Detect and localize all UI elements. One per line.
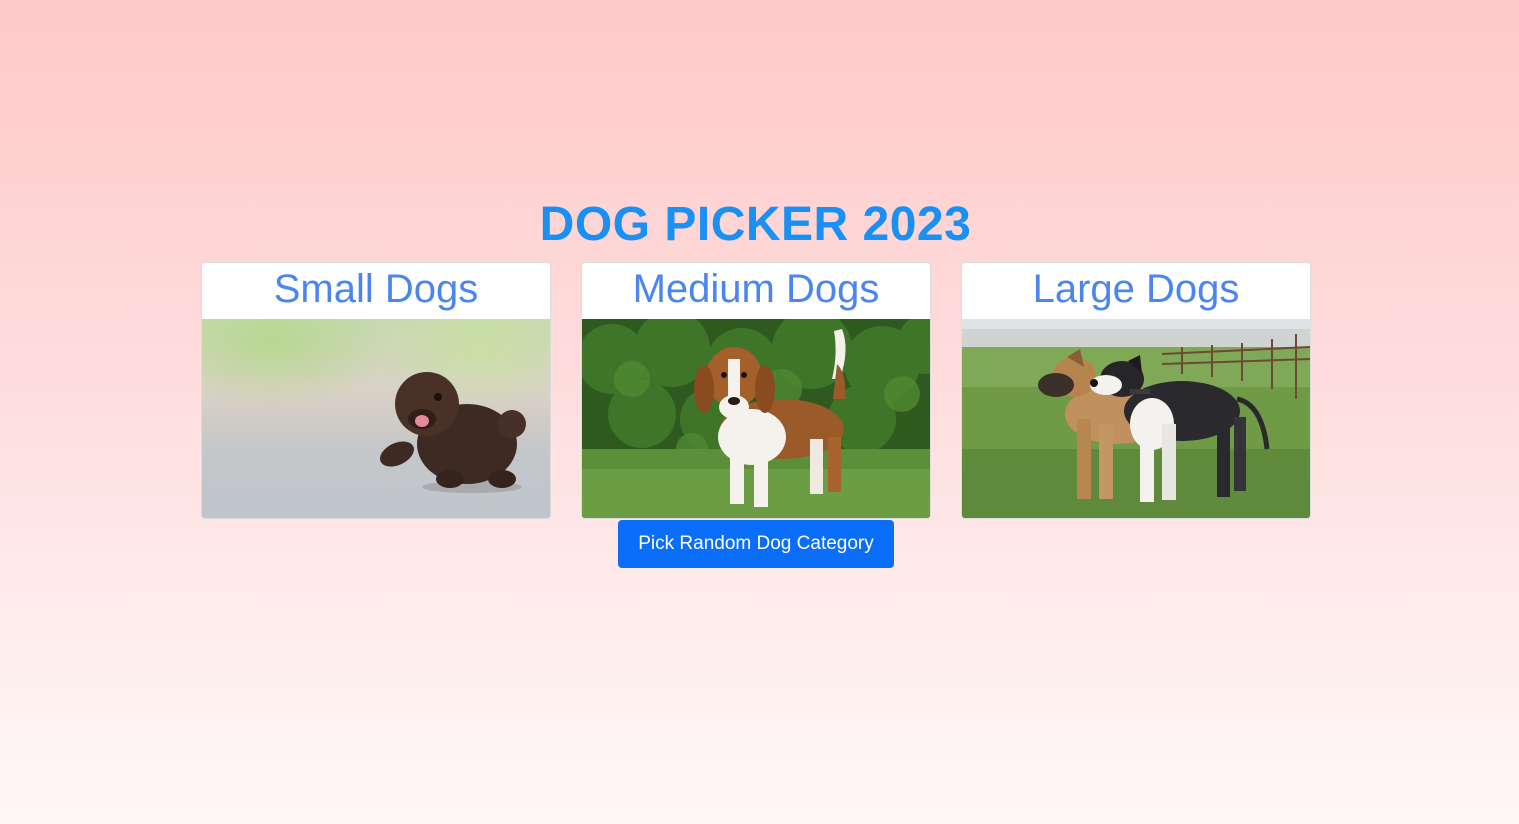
pick-random-category-button[interactable]: Pick Random Dog Category	[618, 520, 894, 568]
card-title-medium-dogs: Medium Dogs	[632, 267, 880, 311]
card-title-small-dogs: Small Dogs	[273, 267, 479, 311]
card-large-dogs[interactable]: Large Dogs	[961, 262, 1311, 519]
card-small-dogs[interactable]: Small Dogs	[201, 262, 551, 519]
medium-dog-image	[582, 319, 930, 518]
category-cards: Small Dogs Medium Dogs Large Dogs	[201, 262, 1311, 519]
large-dogs-image	[962, 319, 1310, 518]
card-title-large-dogs: Large Dogs	[1032, 267, 1240, 311]
card-medium-dogs[interactable]: Medium Dogs	[581, 262, 931, 519]
page-title: DOG PICKER 2023	[539, 198, 972, 251]
small-dog-image	[202, 319, 550, 518]
